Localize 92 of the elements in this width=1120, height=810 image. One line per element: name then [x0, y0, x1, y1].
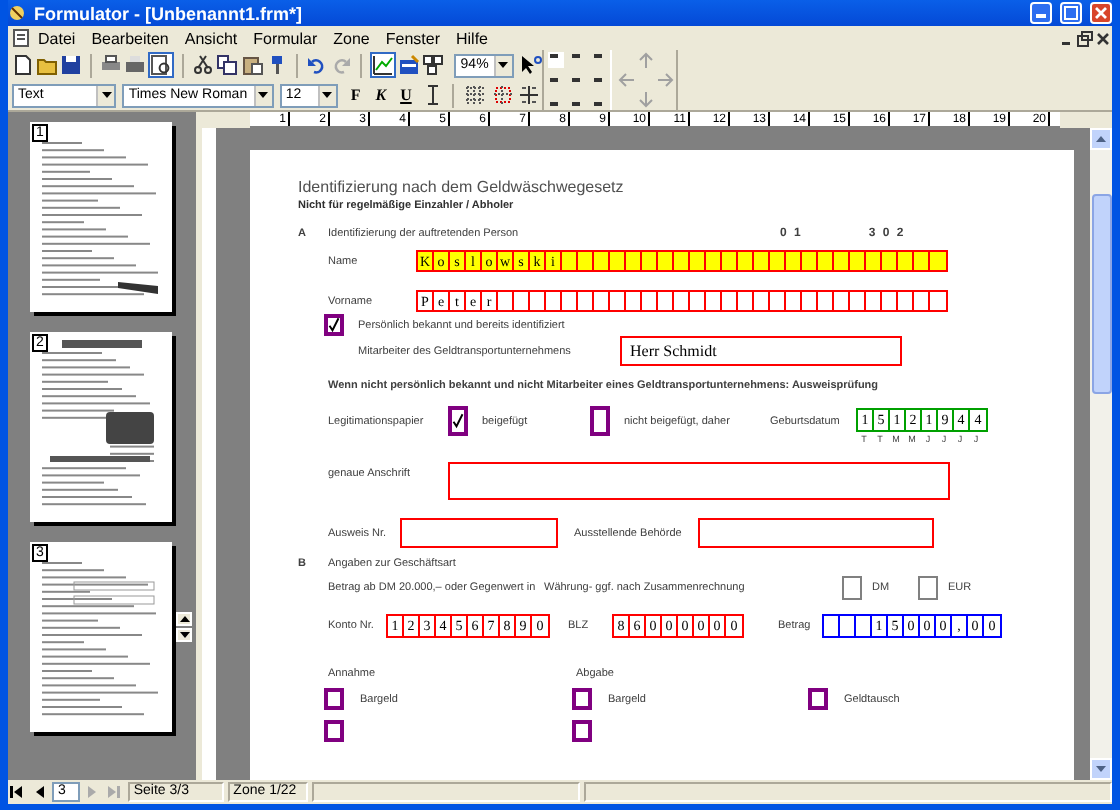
format-button[interactable]: U	[394, 83, 418, 107]
folder-icon[interactable]	[36, 54, 59, 76]
authority-field[interactable]	[698, 518, 934, 548]
scroll-down-button[interactable]	[1090, 758, 1112, 780]
employee-field[interactable]: Herr Schmidt	[620, 336, 902, 366]
empty-char-cell[interactable]	[850, 252, 866, 270]
minimize-icon	[1036, 8, 1046, 18]
align-icon[interactable]	[548, 52, 564, 68]
id-number-field[interactable]	[400, 518, 558, 548]
first-page-button[interactable]	[8, 782, 26, 802]
window-title: Formulator - [Unbenannt1.frm*]	[34, 3, 304, 23]
maximize-button[interactable]	[1060, 2, 1082, 24]
checkbox[interactable]	[324, 688, 344, 710]
minimize-button[interactable]	[1030, 2, 1052, 24]
checkbox[interactable]	[572, 720, 592, 742]
format-button[interactable]: K	[369, 83, 393, 107]
empty-char-cell[interactable]	[562, 252, 578, 270]
scroll-down-button[interactable]	[176, 628, 192, 642]
empty-char-cell[interactable]	[770, 252, 786, 270]
print-preview-icon[interactable]	[150, 54, 173, 76]
checkbox[interactable]	[448, 406, 468, 436]
down-arrow-icon	[179, 632, 189, 638]
printer-icon[interactable]	[124, 54, 147, 76]
help-pointer-icon[interactable]	[519, 54, 542, 76]
up-arrow-icon	[179, 616, 189, 622]
empty-char-cell[interactable]	[626, 252, 642, 270]
checkbox[interactable]	[572, 688, 592, 710]
paste-icon[interactable]	[241, 54, 264, 76]
empty-char-cell[interactable]	[594, 252, 610, 270]
empty-char-cell[interactable]	[754, 252, 770, 270]
empty-char-cell[interactable]	[930, 252, 946, 270]
menu-item[interactable]: Datei	[30, 29, 84, 47]
empty-char-cell[interactable]	[898, 252, 914, 270]
empty-char-cell[interactable]	[722, 252, 738, 270]
empty-char-cell[interactable]	[706, 252, 722, 270]
empty-char-cell[interactable]	[658, 252, 674, 270]
close-button[interactable]	[1090, 2, 1112, 24]
form-title: Identifizierung nach dem Geldwäschwegesetz	[298, 178, 626, 200]
down-arrow-icon	[101, 92, 112, 98]
scissors-icon[interactable]	[192, 54, 215, 76]
down-arrow-icon	[498, 62, 509, 68]
save-icon[interactable]	[60, 54, 83, 76]
menu-item[interactable]: Bearbeiten	[83, 29, 177, 47]
empty-char-cell[interactable]	[642, 252, 658, 270]
checkbox[interactable]	[590, 406, 610, 436]
down-arrow-icon	[322, 92, 333, 98]
checkbox[interactable]	[808, 688, 828, 710]
printer-icon[interactable]	[100, 54, 123, 76]
scroll-up-button[interactable]	[1090, 128, 1112, 150]
checkbox[interactable]	[918, 576, 938, 600]
down-arrow-icon	[258, 92, 269, 98]
checkbox[interactable]	[842, 576, 862, 600]
format-button[interactable]: F	[343, 83, 368, 107]
scroll-up-button[interactable]	[176, 612, 192, 626]
zone-icon[interactable]	[421, 54, 444, 76]
address-field[interactable]	[448, 462, 950, 500]
up-arrow-icon	[1096, 136, 1106, 142]
menu-item[interactable]: Ansicht	[176, 29, 246, 47]
undo-icon[interactable]	[305, 54, 328, 76]
grid-icon[interactable]	[518, 84, 541, 106]
empty-char-cell[interactable]	[690, 252, 706, 270]
empty-char-cell[interactable]	[786, 252, 802, 270]
grid-icon[interactable]	[464, 84, 487, 106]
empty-char-cell[interactable]	[610, 252, 626, 270]
empty-char-cell[interactable]	[738, 252, 754, 270]
close-icon	[1094, 6, 1108, 20]
empty-char-cell[interactable]	[674, 252, 690, 270]
empty-char-cell[interactable]	[818, 252, 834, 270]
menu-item[interactable]: Hilfe	[448, 29, 497, 47]
restore-icon[interactable]	[1076, 29, 1094, 47]
maximize-icon	[1064, 6, 1078, 20]
empty-char-cell[interactable]	[866, 252, 882, 270]
copy-icon[interactable]	[216, 54, 239, 76]
chart-icon[interactable]	[371, 54, 394, 76]
checkbox[interactable]	[324, 314, 344, 336]
menu-item[interactable]: Zone	[325, 29, 378, 47]
close-icon[interactable]	[1094, 29, 1112, 47]
document-icon[interactable]	[12, 28, 30, 48]
empty-char-cell[interactable]	[914, 252, 930, 270]
form-icon[interactable]	[397, 54, 420, 76]
down-arrow-icon	[1096, 766, 1106, 772]
grid-icon[interactable]	[491, 84, 514, 106]
scroll-thumb[interactable]	[1091, 194, 1111, 394]
empty-char-cell[interactable]	[802, 252, 818, 270]
menu-item[interactable]: Formular	[245, 29, 326, 47]
empty-char-cell[interactable]	[834, 252, 850, 270]
new-document-icon[interactable]	[12, 54, 35, 76]
empty-char-cell[interactable]	[882, 252, 898, 270]
menu-item[interactable]: Fenster	[377, 29, 448, 47]
app-icon	[8, 4, 26, 22]
checkbox[interactable]	[324, 720, 344, 742]
empty-char-cell[interactable]	[578, 252, 594, 270]
